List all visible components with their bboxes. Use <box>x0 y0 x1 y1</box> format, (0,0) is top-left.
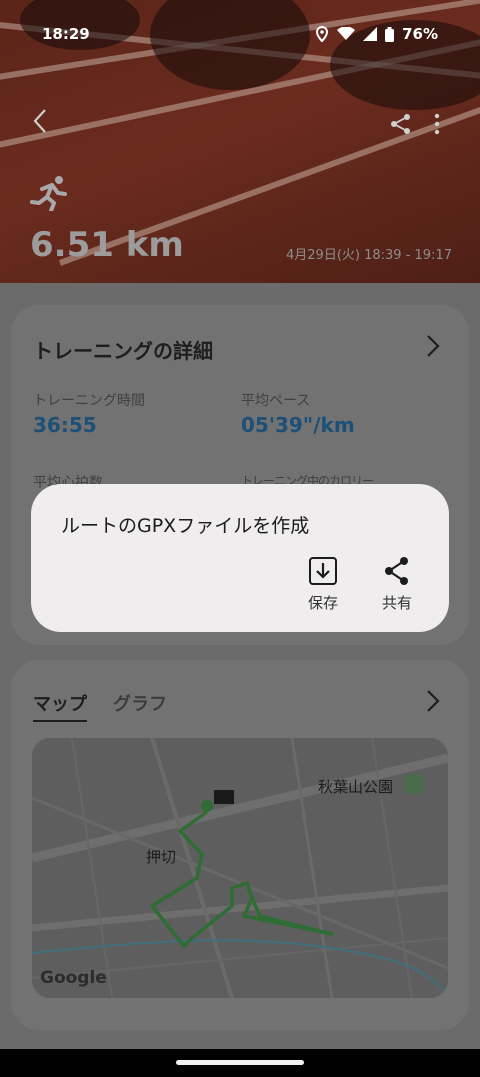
metric-label-pace: 平均ペース <box>241 393 311 409</box>
metric-label-duration: トレーニング時間 <box>33 393 145 409</box>
home-indicator[interactable] <box>176 1060 304 1065</box>
map-chevron[interactable] <box>426 689 440 720</box>
battery-percent: 76% <box>402 25 438 43</box>
map-label-park: 秋葉山公園 <box>318 778 394 796</box>
share-icon <box>385 557 408 585</box>
share-button[interactable] <box>390 112 412 142</box>
training-details-title: トレーニングの詳細 <box>33 339 213 363</box>
distance-value: 6.51 km <box>30 225 184 265</box>
route-map[interactable]: 秋葉山公園 押切 Google <box>32 738 448 998</box>
more-vert-icon <box>434 113 440 135</box>
workout-datetime: 4月29日(火) 18:39 - 19:17 <box>286 248 452 263</box>
tab-graph[interactable]: グラフ <box>113 690 167 716</box>
tab-map[interactable]: マップ <box>33 690 87 722</box>
map-label-area: 押切 <box>146 848 177 866</box>
battery-icon <box>385 26 395 42</box>
save-label: 保存 <box>307 594 338 612</box>
metric-value-pace: 05'39"/km <box>241 413 355 437</box>
back-button[interactable] <box>32 108 48 141</box>
chevron-left-icon <box>33 109 46 133</box>
status-time: 18:29 <box>42 25 90 43</box>
wifi-icon <box>337 27 356 40</box>
more-options-button[interactable] <box>434 112 440 142</box>
chevron-right-icon <box>427 690 440 712</box>
dialog-title: ルートのGPXファイルを作成 <box>61 515 310 537</box>
status-icons: 76% <box>315 25 438 43</box>
location-icon <box>316 26 329 42</box>
status-bar: 18:29 76% <box>0 0 480 68</box>
chevron-right-icon <box>427 335 440 357</box>
share-label: 共有 <box>381 594 412 612</box>
metric-value-duration: 36:55 <box>33 413 97 437</box>
download-icon <box>309 557 337 585</box>
google-logo: Google <box>40 968 107 988</box>
running-icon <box>30 176 67 211</box>
details-chevron[interactable] <box>426 334 440 365</box>
share-action-button[interactable]: 共有 <box>367 556 427 613</box>
gpx-dialog: ルートのGPXファイルを作成 保存 共有 <box>31 484 449 632</box>
save-button[interactable]: 保存 <box>293 556 353 613</box>
signal-icon <box>363 27 378 41</box>
share-icon <box>391 114 410 134</box>
